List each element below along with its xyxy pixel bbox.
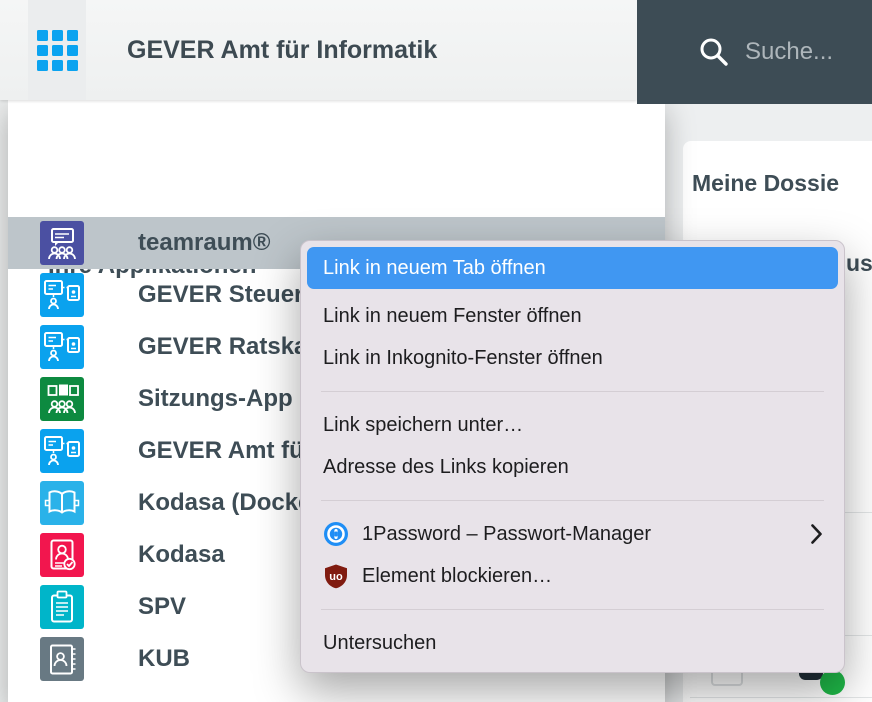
screen: Meine Dossie us Ihre Applikationen teamr… (0, 0, 872, 702)
svg-text:uo: uo (329, 571, 343, 583)
app-label: Kodasa (138, 541, 225, 569)
ublock-icon: uo (323, 563, 349, 589)
menu-separator (321, 500, 824, 501)
menu-item-copy-link-address[interactable]: Adresse des Links kopieren (301, 446, 844, 488)
menu-separator (321, 391, 824, 392)
context-menu: Link in neuem Tab öffnen Link in neuem F… (300, 240, 845, 673)
menu-item-label: Link speichern unter… (323, 414, 523, 437)
menu-item-label: Element blockieren… (362, 565, 552, 588)
app-label: KUB (138, 645, 190, 673)
submenu-chevron-icon (811, 524, 822, 544)
clipboard-icon (40, 585, 84, 629)
menu-item-inspect[interactable]: Untersuchen (301, 622, 844, 664)
status-indicator (820, 670, 845, 695)
teamraum-icon (40, 221, 84, 265)
app-label: SPV (138, 593, 186, 621)
search-bar (637, 0, 872, 104)
menu-item-label: Adresse des Links kopieren (323, 456, 569, 479)
status-text-fragment: us (846, 250, 872, 277)
dossiers-heading: Meine Dossie (692, 170, 872, 197)
id-card-icon (40, 533, 84, 577)
menu-item-block-element[interactable]: uo Element blockieren… (301, 555, 844, 597)
menu-item-open-link-new-tab[interactable]: Link in neuem Tab öffnen (307, 247, 838, 289)
search-input[interactable] (743, 37, 872, 67)
table-row-divider (845, 512, 872, 513)
menu-item-save-link-as[interactable]: Link speichern unter… (301, 404, 844, 446)
sitzungs-app-icon (40, 377, 84, 421)
menu-item-label: Untersuchen (323, 632, 436, 655)
table-row-divider (845, 635, 872, 636)
table-row-divider (690, 697, 872, 698)
page-title: GEVER Amt für Informatik (127, 0, 437, 100)
gever-icon (40, 429, 84, 473)
menu-item-1password[interactable]: 1Password – Passwort-Manager (301, 513, 844, 555)
gever-icon (40, 325, 84, 369)
menu-item-label: 1Password – Passwort-Manager (362, 523, 651, 546)
menu-item-label: Link in Inkognito-Fenster öffnen (323, 347, 603, 370)
app-label: GEVER Amt für I (138, 437, 326, 465)
open-book-icon (40, 481, 84, 525)
onepassword-icon (323, 521, 349, 547)
app-grid-icon (37, 30, 78, 71)
search-icon[interactable] (697, 35, 731, 69)
menu-item-open-link-incognito[interactable]: Link in Inkognito-Fenster öffnen (301, 337, 844, 379)
menu-separator (321, 609, 824, 610)
app-label: teamraum® (138, 229, 270, 257)
gever-icon (40, 273, 84, 317)
menu-item-open-link-new-window[interactable]: Link in neuem Fenster öffnen (301, 295, 844, 337)
app-label: Sitzungs-App (138, 385, 293, 413)
notebook-icon (40, 637, 84, 681)
menu-item-label: Link in neuem Tab öffnen (323, 257, 546, 280)
app-grid-button[interactable] (28, 0, 86, 100)
menu-item-label: Link in neuem Fenster öffnen (323, 305, 582, 328)
